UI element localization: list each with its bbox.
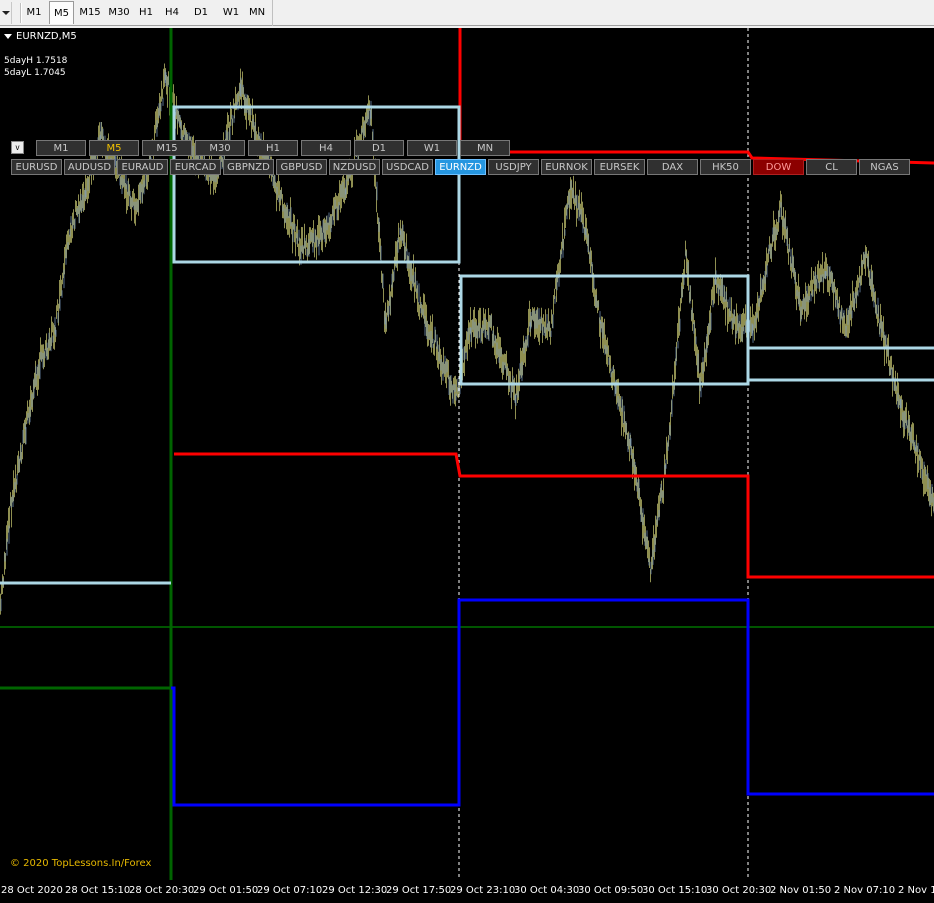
symbol-button-audusd[interactable]: AUDUSD bbox=[64, 159, 115, 175]
time-label: 29 Oct 17:50 bbox=[386, 885, 452, 896]
timeframe-m1-button[interactable]: M1 bbox=[22, 1, 46, 24]
time-label: 29 Oct 23:10 bbox=[450, 885, 516, 896]
timeframe-h4-button[interactable]: H4 bbox=[161, 1, 183, 24]
period-button-h4[interactable]: H4 bbox=[301, 140, 351, 156]
support-line bbox=[171, 598, 934, 807]
symbol-button-eurcad[interactable]: EURCAD bbox=[170, 159, 221, 175]
time-label: 2 Nov 07:10 bbox=[834, 885, 896, 896]
time-label: 29 Oct 07:10 bbox=[257, 885, 323, 896]
five-day-high-label: 5dayH 1.7518 bbox=[4, 56, 68, 66]
symbol-button-eurnok[interactable]: EURNOK bbox=[541, 159, 592, 175]
period-button-d1[interactable]: D1 bbox=[354, 140, 404, 156]
time-label: 2 Nov 01:50 bbox=[770, 885, 832, 896]
symbol-button-dax[interactable]: DAX bbox=[647, 159, 698, 175]
time-label: 30 Oct 09:50 bbox=[578, 885, 644, 896]
time-label: 30 Oct 20:30 bbox=[706, 885, 772, 896]
toolbar-end-separator bbox=[272, 0, 273, 26]
copyright-text: © 2020 TopLessons.In/Forex bbox=[10, 858, 152, 869]
symbol-button-eurusd[interactable]: EURUSD bbox=[11, 159, 62, 175]
symbol-button-usdcad[interactable]: USDCAD bbox=[382, 159, 433, 175]
time-label: 29 Oct 12:30 bbox=[322, 885, 388, 896]
period-button-mn[interactable]: MN bbox=[460, 140, 510, 156]
time-label: 2 Nov 12 bbox=[898, 885, 934, 896]
resistance-line bbox=[174, 452, 934, 579]
symbol-title: EURNZD,M5 bbox=[4, 31, 77, 42]
price-chart[interactable]: EURNZD,M5 5dayH 1.7518 5dayL 1.7045 v © … bbox=[0, 28, 934, 880]
time-label: 30 Oct 04:30 bbox=[514, 885, 580, 896]
timeframe-h1-button[interactable]: H1 bbox=[135, 1, 157, 24]
timeframe-m5-button[interactable]: M5 bbox=[49, 1, 74, 24]
timeframe-m30-button[interactable]: M30 bbox=[105, 1, 133, 24]
time-label: 28 Oct 15:10 bbox=[65, 885, 131, 896]
period-button-h1[interactable]: H1 bbox=[248, 140, 298, 156]
symbol-title-text: EURNZD,M5 bbox=[16, 31, 77, 42]
symbol-menu-icon[interactable] bbox=[4, 34, 12, 39]
symbol-button-cl[interactable]: CL bbox=[806, 159, 857, 175]
resistance-upper-line bbox=[458, 28, 934, 165]
symbol-button-gbpusd[interactable]: GBPUSD bbox=[276, 159, 327, 175]
time-label: 30 Oct 15:10 bbox=[642, 885, 708, 896]
symbol-button-nzdusd[interactable]: NZDUSD bbox=[329, 159, 380, 175]
timeframe-w1-button[interactable]: W1 bbox=[219, 1, 243, 24]
time-label: 29 Oct 01:50 bbox=[193, 885, 259, 896]
symbol-button-euraud[interactable]: EURAUD bbox=[117, 159, 168, 175]
period-button-m30[interactable]: M30 bbox=[195, 140, 245, 156]
time-label: 28 Oct 2020 bbox=[1, 885, 63, 896]
toolbar-dropdown-icon[interactable] bbox=[0, 2, 12, 24]
panel-toggle-button[interactable]: v bbox=[11, 141, 24, 154]
symbol-button-usdjpy[interactable]: USDJPY bbox=[488, 159, 539, 175]
timeframe-d1-button[interactable]: D1 bbox=[190, 1, 212, 24]
time-axis: 28 Oct 2020 28 Oct 15:10 28 Oct 20:30 29 Oc… bbox=[0, 880, 934, 903]
timeframe-toolbar: M1 M5 M15 M30 H1 H4 D1 W1 MN bbox=[0, 0, 934, 26]
symbol-button-ngas[interactable]: NGAS bbox=[859, 159, 910, 175]
period-button-m1[interactable]: M1 bbox=[36, 140, 86, 156]
time-label: 28 Oct 20:30 bbox=[129, 885, 195, 896]
symbol-button-dow[interactable]: DOW bbox=[753, 159, 804, 175]
five-day-low-label: 5dayL 1.7045 bbox=[4, 68, 66, 78]
period-button-m15[interactable]: M15 bbox=[142, 140, 192, 156]
symbol-button-eursek[interactable]: EURSEK bbox=[594, 159, 645, 175]
timeframe-mn-button[interactable]: MN bbox=[245, 1, 269, 24]
period-button-w1[interactable]: W1 bbox=[407, 140, 457, 156]
symbol-button-gbpnzd[interactable]: GBPNZD bbox=[223, 159, 274, 175]
period-button-m5[interactable]: M5 bbox=[89, 140, 139, 156]
symbol-button-hk50[interactable]: HK50 bbox=[700, 159, 751, 175]
symbol-button-eurnzd[interactable]: EURNZD bbox=[435, 159, 486, 175]
timeframe-m15-button[interactable]: M15 bbox=[76, 1, 104, 24]
